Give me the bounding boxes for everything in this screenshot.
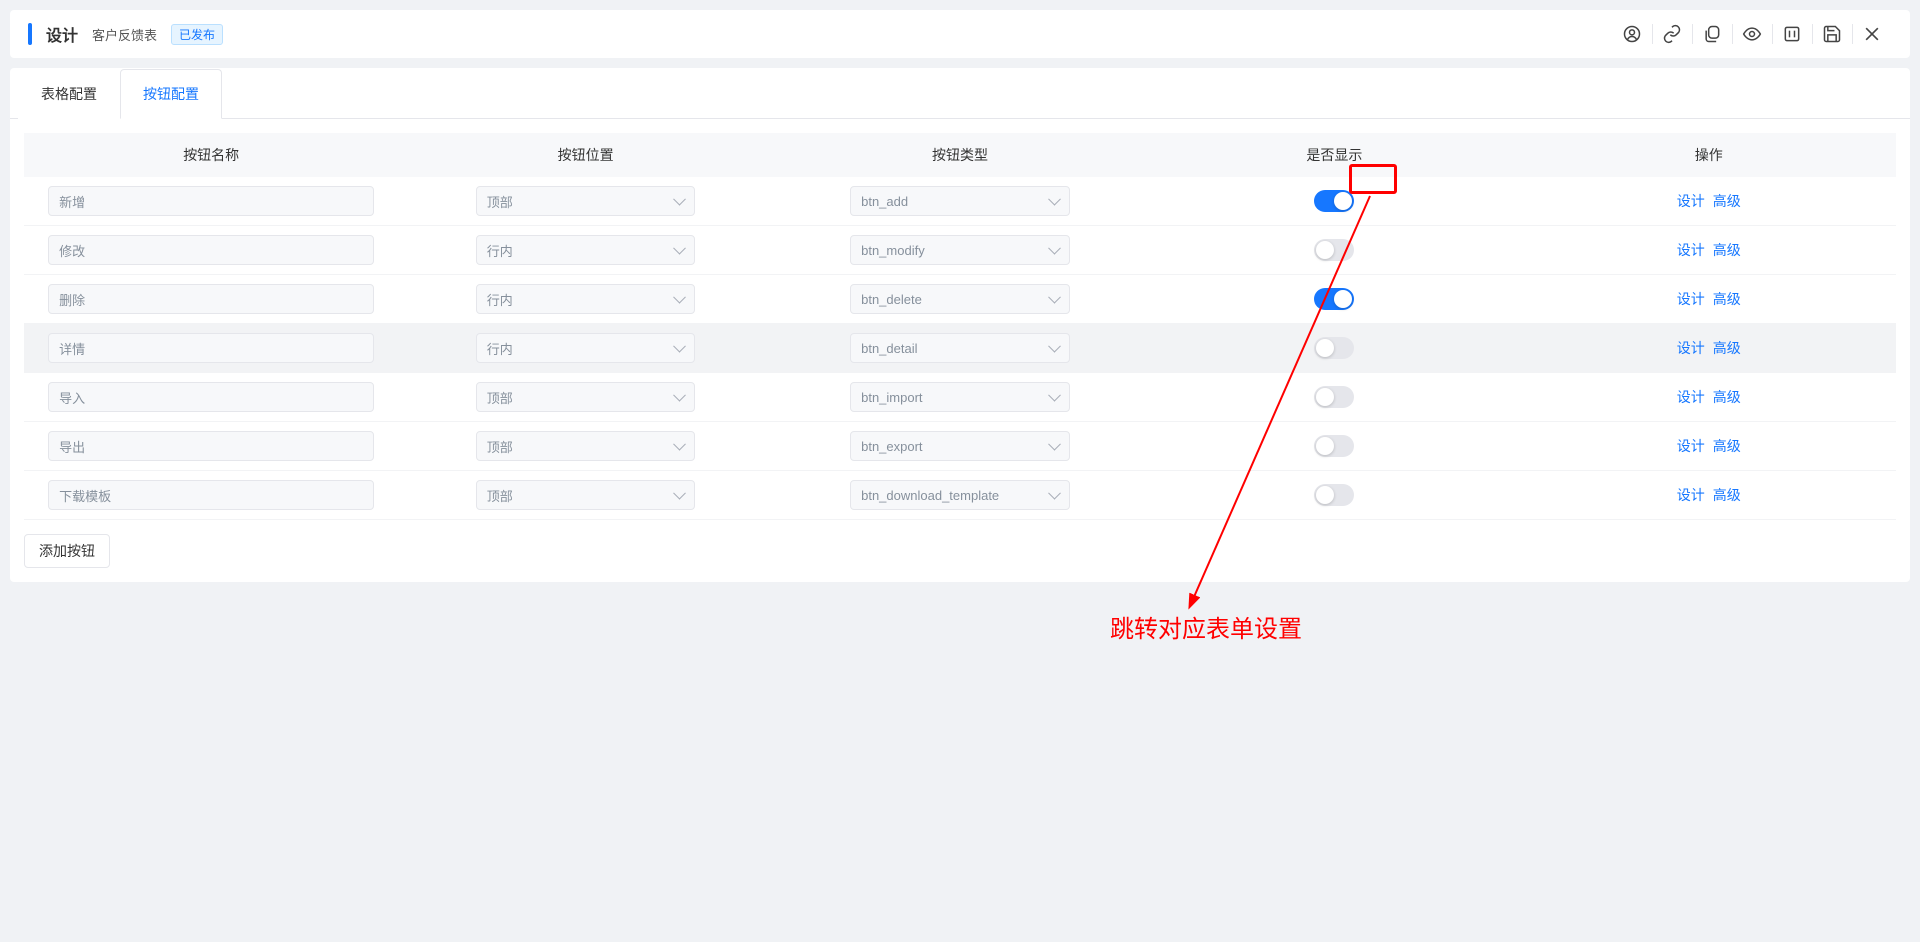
visibility-toggle[interactable] — [1314, 239, 1354, 261]
button-type-select[interactable]: btn_import — [850, 382, 1070, 412]
close-icon[interactable] — [1852, 20, 1892, 48]
tab-table-config[interactable]: 表格配置 — [18, 69, 120, 119]
table-row: 顶部 btn_add 设计高级 — [24, 177, 1896, 226]
button-name-input[interactable] — [48, 235, 374, 265]
button-position-select[interactable]: 行内 — [476, 235, 696, 265]
clipboard-icon[interactable] — [1692, 20, 1732, 48]
header-bar: 设计 客户反馈表 已发布 — [10, 10, 1910, 58]
visibility-toggle[interactable] — [1314, 435, 1354, 457]
table-row: 行内 btn_delete 设计高级 — [24, 275, 1896, 324]
action-advanced-link[interactable]: 高级 — [1713, 340, 1741, 356]
col-button-name: 按钮名称 — [24, 133, 398, 177]
col-action: 操作 — [1522, 133, 1896, 177]
button-position-select[interactable]: 行内 — [476, 333, 696, 363]
action-design-link[interactable]: 设计 — [1677, 193, 1705, 209]
action-advanced-link[interactable]: 高级 — [1713, 291, 1741, 307]
table-row: 顶部 btn_export 设计高级 — [24, 422, 1896, 471]
button-name-input[interactable] — [48, 431, 374, 461]
button-config-table: 按钮名称 按钮位置 按钮类型 是否显示 操作 顶部btn_add设计高级行内bt… — [24, 133, 1896, 520]
button-type-select[interactable]: btn_download_template — [850, 480, 1070, 510]
save-icon[interactable] — [1812, 20, 1852, 48]
visibility-toggle[interactable] — [1314, 484, 1354, 506]
page-title: 设计 — [46, 22, 78, 46]
action-design-link[interactable]: 设计 — [1677, 291, 1705, 307]
eye-icon[interactable] — [1732, 20, 1772, 48]
action-design-link[interactable]: 设计 — [1677, 487, 1705, 503]
main-panel: 表格配置 按钮配置 按钮名称 按钮位置 按钮类型 是否显示 操作 顶部 btn_a… — [10, 68, 1910, 582]
button-position-select[interactable]: 顶部 — [476, 480, 696, 510]
action-design-link[interactable]: 设计 — [1677, 389, 1705, 405]
visibility-toggle[interactable] — [1314, 190, 1354, 212]
button-name-input[interactable] — [48, 284, 374, 314]
status-badge: 已发布 — [171, 24, 223, 45]
accent-marker — [28, 23, 32, 45]
action-advanced-link[interactable]: 高级 — [1713, 438, 1741, 454]
button-position-select[interactable]: 顶部 — [476, 382, 696, 412]
button-position-select[interactable]: 行内 — [476, 284, 696, 314]
visibility-toggle[interactable] — [1314, 288, 1354, 310]
action-advanced-link[interactable]: 高级 — [1713, 487, 1741, 503]
layout-icon[interactable] — [1772, 20, 1812, 48]
table-row: 行内 btn_modify 设计高级 — [24, 226, 1896, 275]
action-design-link[interactable]: 设计 — [1677, 340, 1705, 356]
col-button-show: 是否显示 — [1147, 133, 1521, 177]
button-name-input[interactable] — [48, 186, 374, 216]
table-row: 顶部 btn_download_template 设计高级 — [24, 471, 1896, 520]
button-type-select[interactable]: btn_detail — [850, 333, 1070, 363]
table-row: 顶部 btn_import 设计高级 — [24, 373, 1896, 422]
button-type-select[interactable]: btn_modify — [850, 235, 1070, 265]
tab-button-config[interactable]: 按钮配置 — [120, 69, 222, 119]
table-row: 行内 btn_detail 设计高级 — [24, 324, 1896, 373]
button-name-input[interactable] — [48, 480, 374, 510]
button-position-select[interactable]: 顶部 — [476, 186, 696, 216]
tab-bar: 表格配置 按钮配置 — [10, 68, 1910, 119]
action-design-link[interactable]: 设计 — [1677, 242, 1705, 258]
button-name-input[interactable] — [48, 382, 374, 412]
col-button-position: 按钮位置 — [398, 133, 772, 177]
add-button[interactable]: 添加按钮 — [24, 534, 110, 568]
button-type-select[interactable]: btn_delete — [850, 284, 1070, 314]
action-advanced-link[interactable]: 高级 — [1713, 242, 1741, 258]
user-icon[interactable] — [1612, 20, 1652, 48]
action-advanced-link[interactable]: 高级 — [1713, 193, 1741, 209]
annotation-text: 跳转对应表单设置 — [1110, 609, 1302, 644]
button-type-select[interactable]: btn_export — [850, 431, 1070, 461]
button-type-select[interactable]: btn_add — [850, 186, 1070, 216]
visibility-toggle[interactable] — [1314, 337, 1354, 359]
page-subtitle: 客户反馈表 — [92, 25, 157, 44]
button-name-input[interactable] — [48, 333, 374, 363]
action-advanced-link[interactable]: 高级 — [1713, 389, 1741, 405]
link-icon[interactable] — [1652, 20, 1692, 48]
visibility-toggle[interactable] — [1314, 386, 1354, 408]
col-button-type: 按钮类型 — [773, 133, 1147, 177]
button-position-select[interactable]: 顶部 — [476, 431, 696, 461]
action-design-link[interactable]: 设计 — [1677, 438, 1705, 454]
